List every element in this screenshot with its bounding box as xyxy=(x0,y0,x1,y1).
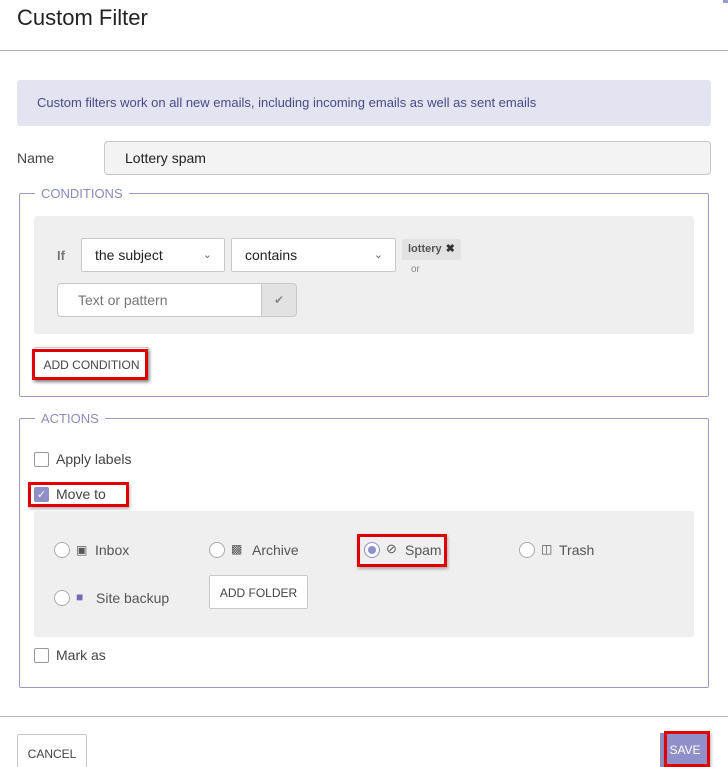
name-label: Name xyxy=(17,150,55,166)
site-backup-radio[interactable] xyxy=(54,590,70,606)
archive-icon: ▩ xyxy=(231,542,243,556)
cancel-button[interactable]: CANCEL xyxy=(17,734,87,767)
apply-labels-checkbox[interactable] xyxy=(34,452,49,467)
if-label: If xyxy=(57,248,65,263)
conditions-legend: CONDITIONS xyxy=(41,186,123,201)
folder-label: Trash xyxy=(559,542,595,558)
field-select[interactable]: the subject ⌄ xyxy=(81,238,225,272)
folder-label: Inbox xyxy=(95,542,130,558)
or-label: or xyxy=(411,264,420,275)
pattern-input[interactable] xyxy=(57,283,261,317)
check-icon: ✓ xyxy=(36,489,47,501)
folder-panel xyxy=(34,511,694,637)
tag-label: lottery xyxy=(408,243,442,255)
trash-icon: ◫ xyxy=(541,542,553,556)
dialog-title: Custom Filter xyxy=(17,5,148,30)
mark-as-label: Mark as xyxy=(56,647,106,663)
info-message: Custom filters work on all new emails, i… xyxy=(37,95,537,110)
info-banner: Custom filters work on all new emails, i… xyxy=(17,80,711,126)
apply-labels-label: Apply labels xyxy=(56,451,132,467)
trash-radio[interactable] xyxy=(519,542,535,558)
folder-label: Archive xyxy=(252,542,299,558)
folder-label: Spam xyxy=(405,542,442,558)
move-to-checkbox[interactable]: ✓ xyxy=(34,487,49,502)
field-select-value: the subject xyxy=(95,247,163,263)
add-folder-button[interactable]: ADD FOLDER xyxy=(209,575,308,609)
folder-label: Site backup xyxy=(96,590,170,606)
spam-radio[interactable] xyxy=(364,542,380,558)
inbox-icon: ▣ xyxy=(76,543,88,557)
name-input[interactable] xyxy=(104,141,711,175)
close-icon[interactable]: ✖ xyxy=(446,243,455,255)
dialog-header: Custom Filter xyxy=(0,0,728,51)
confirm-pattern-button[interactable]: ✔ xyxy=(261,283,297,317)
condition-tag: lottery ✖ xyxy=(402,239,461,260)
chevron-down-icon: ⌄ xyxy=(373,249,383,261)
actions-legend: ACTIONS xyxy=(41,411,99,426)
archive-radio[interactable] xyxy=(209,542,225,558)
chevron-down-icon: ⌄ xyxy=(202,249,212,261)
footer-divider xyxy=(0,716,728,717)
operator-select-value: contains xyxy=(245,247,298,263)
save-button[interactable]: SAVE xyxy=(660,733,710,767)
corner-mark xyxy=(723,0,728,3)
check-icon: ✔ xyxy=(273,293,285,307)
add-condition-button[interactable]: ADD CONDITION xyxy=(34,347,149,381)
move-to-label: Move to xyxy=(56,486,106,502)
mark-as-checkbox[interactable] xyxy=(34,648,49,663)
inbox-radio[interactable] xyxy=(54,542,70,558)
folder-icon: ■ xyxy=(76,590,84,604)
ban-icon: ⊘ xyxy=(386,541,397,556)
operator-select[interactable]: contains ⌄ xyxy=(231,238,396,272)
